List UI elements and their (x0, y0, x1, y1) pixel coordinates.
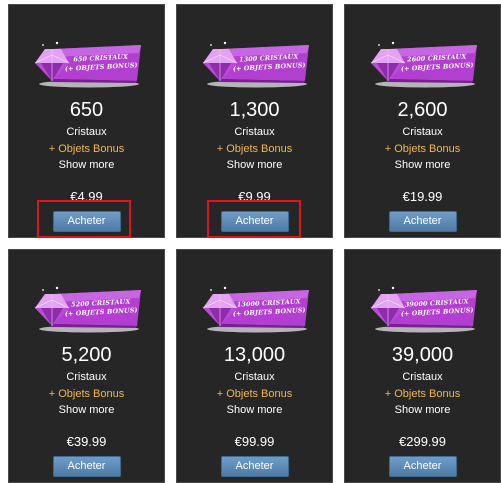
price-label: €99.99 (234, 434, 275, 449)
crystal-banner: 650 CRISTAUX (+ OBJETS BONUS) (31, 37, 143, 93)
crystal-banner: 2600 CRISTAUX (+ OBJETS BONUS) (367, 37, 479, 93)
crystal-amount: 650 (69, 99, 104, 121)
crystal-banner: 5200 CRISTAUX (+ OBJETS BONUS) (31, 282, 143, 338)
show-more-link[interactable]: Show more (345, 158, 500, 172)
buy-button[interactable]: Acheter (52, 211, 121, 232)
package-card: 2600 CRISTAUX (+ OBJETS BONUS) 2,600 Cri… (344, 4, 501, 238)
crystal-amount: 1,300 (229, 99, 280, 121)
crystal-amount: 2,600 (397, 99, 448, 121)
buy-button[interactable]: Acheter (220, 211, 289, 232)
show-more-link[interactable]: Show more (9, 158, 164, 172)
bonus-items-label: + Objets Bonus (216, 143, 293, 155)
crystal-unit: Cristaux (234, 371, 275, 383)
crystal-unit: Cristaux (402, 126, 443, 138)
crystal-banner: 1300 CRISTAUX (+ OBJETS BONUS) (199, 37, 311, 93)
price-label: €299.99 (399, 434, 446, 449)
crystal-amount: 5,200 (61, 344, 112, 366)
show-more-link[interactable]: Show more (177, 403, 332, 417)
bonus-items-label: + Objets Bonus (48, 388, 125, 400)
price-label: €9.99 (238, 189, 271, 204)
bonus-items-label: + Objets Bonus (384, 143, 461, 155)
price-label: €4.99 (70, 189, 103, 204)
package-card: 13000 CRISTAUX (+ OBJETS BONUS) 13,000 C… (176, 249, 333, 483)
package-card: 5200 CRISTAUX (+ OBJETS BONUS) 5,200 Cri… (8, 249, 165, 483)
price-label: €39.99 (66, 434, 107, 449)
crystal-unit: Cristaux (66, 126, 107, 138)
buy-button[interactable]: Acheter (388, 456, 457, 477)
package-card: 650 CRISTAUX (+ OBJETS BONUS) 650 Crista… (8, 4, 165, 238)
package-card: 1300 CRISTAUX (+ OBJETS BONUS) 1,300 Cri… (176, 4, 333, 238)
bonus-items-label: + Objets Bonus (216, 388, 293, 400)
crystal-unit: Cristaux (402, 371, 443, 383)
crystal-banner: 13000 CRISTAUX (+ OBJETS BONUS) (199, 282, 311, 338)
show-more-link[interactable]: Show more (9, 403, 164, 417)
bonus-items-label: + Objets Bonus (48, 143, 125, 155)
buy-button[interactable]: Acheter (52, 456, 121, 477)
crystal-unit: Cristaux (66, 371, 107, 383)
package-card: 39000 CRISTAUX (+ OBJETS BONUS) 39,000 C… (344, 249, 501, 483)
buy-button[interactable]: Acheter (220, 456, 289, 477)
crystal-amount: 39,000 (391, 344, 454, 366)
price-label: €19.99 (402, 189, 443, 204)
bonus-items-label: + Objets Bonus (384, 388, 461, 400)
show-more-link[interactable]: Show more (177, 158, 332, 172)
buy-button[interactable]: Acheter (388, 211, 457, 232)
crystal-amount: 13,000 (223, 344, 286, 366)
crystal-unit: Cristaux (234, 126, 275, 138)
crystal-banner: 39000 CRISTAUX (+ OBJETS BONUS) (367, 282, 479, 338)
show-more-link[interactable]: Show more (345, 403, 500, 417)
